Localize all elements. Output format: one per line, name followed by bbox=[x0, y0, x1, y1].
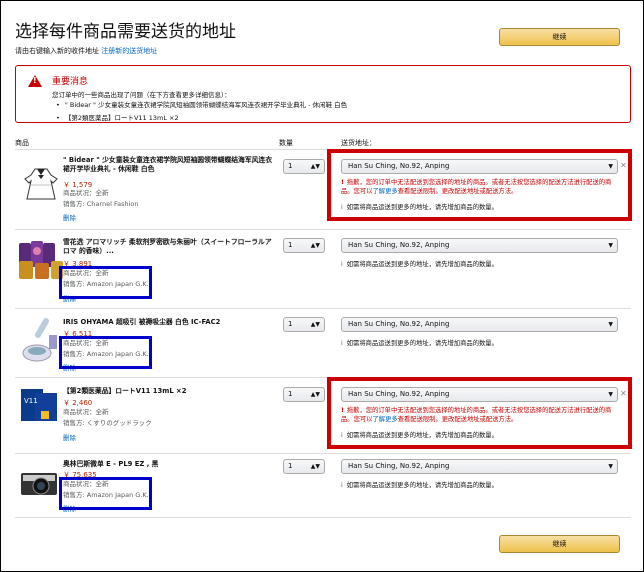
caret-down-icon: ▲▼ bbox=[310, 242, 320, 249]
address-value: Han Su Ching, No.92, Anping bbox=[348, 241, 450, 249]
alert-title: 重要消息 bbox=[52, 77, 89, 87]
product-title[interactable]: 雪花选 アロマリッチ 柔软剂罗密欧与朱丽叶（スイートフローラルアロマ 的香味）.… bbox=[63, 238, 273, 256]
caret-down-icon: ▲▼ bbox=[310, 391, 320, 398]
product-image-eyedrops[interactable]: V11 bbox=[19, 387, 59, 423]
product-seller: 销售方: くすりのグッドラック bbox=[63, 419, 152, 427]
continue-button-top[interactable]: 继续 bbox=[499, 28, 620, 46]
alert-description: 您订单中的一些商品出现了问题（在下方查看更多详细信息）： bbox=[52, 91, 231, 99]
info-message: i 如需将商品运送到更多的地址，请先增加商品的数量。 bbox=[341, 261, 498, 268]
info-icon: i bbox=[341, 482, 343, 489]
highlight-box-blue bbox=[59, 336, 152, 369]
product-seller: 销售方: Charnel Fashion bbox=[63, 200, 139, 208]
alert-item: " Bidear " 少女童装女童连衣裙学院风短袖圆领带蝴蝶结海军风连衣裙开学毕… bbox=[56, 99, 347, 109]
product-meta: 商品状况：全新 销售方: くすりのグッドラック bbox=[63, 407, 152, 429]
highlight-box-blue bbox=[59, 477, 152, 510]
delete-link[interactable]: 删除 bbox=[63, 212, 76, 222]
caret-down-icon: ▼ bbox=[608, 242, 613, 249]
alert-list: " Bidear " 少女童装女童连衣裙学院风短袖圆领带蝴蝶结海军风连衣裙开学毕… bbox=[56, 99, 347, 125]
product-title[interactable]: 【第2類医薬品】ロートV11 13mL ×2 bbox=[63, 387, 273, 396]
quantity-value: 1 bbox=[288, 241, 293, 249]
info-message: i 如需将商品运送到更多的地址，请先增加商品的数量。 bbox=[341, 482, 498, 489]
column-header-address: 送货地址： bbox=[341, 139, 376, 147]
quantity-select[interactable]: 1 ▲▼ bbox=[283, 238, 325, 253]
product-title[interactable]: " Bidear " 少女童装女童连衣裙学院风短袖圆领带蝴蝶结海军风连衣裙开学毕… bbox=[63, 156, 273, 174]
product-image-softener[interactable] bbox=[17, 237, 65, 281]
quantity-value: 1 bbox=[288, 462, 293, 470]
quantity-select[interactable]: 1 ▲▼ bbox=[283, 159, 325, 174]
address-select[interactable]: Han Su Ching, No.92, Anping ▼ bbox=[341, 317, 618, 332]
address-select[interactable]: Han Su Ching, No.92, Anping ▼ bbox=[341, 238, 618, 253]
address-select[interactable]: Han Su Ching, No.92, Anping ▼ bbox=[341, 459, 618, 474]
caret-down-icon: ▼ bbox=[608, 321, 613, 328]
subtitle-text: 请由右键输入新的收件地址 bbox=[15, 47, 99, 55]
row-divider bbox=[15, 453, 631, 454]
product-condition: 商品状况：全新 bbox=[63, 189, 109, 197]
product-image-dress[interactable] bbox=[21, 163, 61, 203]
product-title[interactable]: IRIS OHYAMA 超吸引 被褥吸尘器 白色 IC-FAC2 bbox=[63, 318, 273, 327]
row-divider bbox=[15, 229, 631, 230]
product-image-camera[interactable] bbox=[19, 469, 59, 497]
quantity-select[interactable]: 1 ▲▼ bbox=[283, 387, 325, 402]
product-image-vacuum[interactable] bbox=[19, 315, 63, 365]
page-subtitle: 请由右键输入新的收件地址 注册新的送货地址 bbox=[15, 46, 157, 56]
quantity-value: 1 bbox=[288, 162, 293, 170]
svg-text:V11: V11 bbox=[24, 397, 38, 405]
caret-down-icon: ▲▼ bbox=[310, 463, 320, 470]
caret-down-icon: ▲▼ bbox=[310, 163, 320, 170]
quantity-select[interactable]: 1 ▲▼ bbox=[283, 459, 325, 474]
row-divider bbox=[15, 308, 631, 309]
highlight-box-red bbox=[327, 377, 632, 449]
warning-triangle-icon: ! bbox=[28, 75, 42, 87]
quantity-select[interactable]: 1 ▲▼ bbox=[283, 317, 325, 332]
continue-button-bottom[interactable]: 继续 bbox=[499, 535, 620, 553]
highlight-box-red bbox=[327, 149, 632, 221]
delete-link[interactable]: 删除 bbox=[63, 432, 76, 442]
info-icon: i bbox=[341, 261, 343, 268]
address-value: Han Su Ching, No.92, Anping bbox=[348, 320, 450, 328]
page-title: 选择每件商品需要送货的地址 bbox=[15, 22, 236, 42]
address-value: Han Su Ching, No.92, Anping bbox=[348, 462, 450, 470]
register-address-link[interactable]: 注册新的送货地址 bbox=[101, 47, 157, 55]
caret-down-icon: ▲▼ bbox=[310, 321, 320, 328]
column-header-quantity: 数量 bbox=[279, 139, 293, 147]
product-title[interactable]: 奥林巴斯微单 E - PL9 EZ , 黑 bbox=[63, 460, 273, 469]
row-divider bbox=[15, 517, 631, 518]
caret-down-icon: ▼ bbox=[608, 463, 613, 470]
important-message-box: ! 重要消息 您订单中的一些商品出现了问题（在下方查看更多详细信息）： " Bi… bbox=[15, 65, 631, 123]
column-header-product: 商品 bbox=[15, 139, 29, 147]
product-condition: 商品状况：全新 bbox=[63, 408, 109, 416]
highlight-box-blue bbox=[59, 266, 152, 299]
info-message: i 如需将商品运送到更多的地址，请先增加商品的数量。 bbox=[341, 340, 498, 347]
info-icon: i bbox=[341, 340, 343, 347]
alert-item: 【第2類医薬品】ロートV11 13mL ×2 bbox=[56, 112, 347, 122]
quantity-value: 1 bbox=[288, 390, 293, 398]
quantity-value: 1 bbox=[288, 320, 293, 328]
product-meta: 商品状况：全新 销售方: Charnel Fashion bbox=[63, 188, 138, 210]
